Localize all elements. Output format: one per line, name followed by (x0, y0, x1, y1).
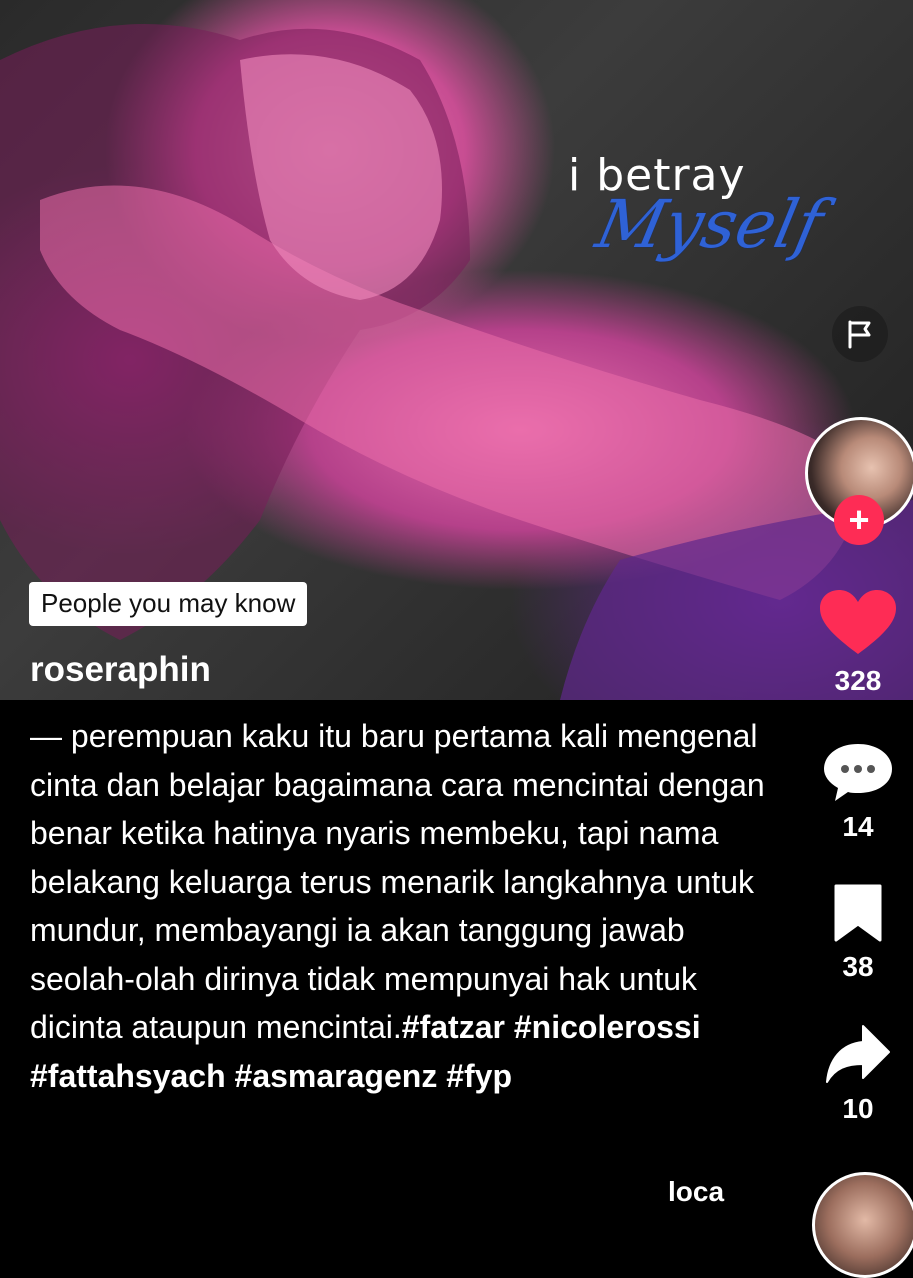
bookmark-count: 38 (842, 951, 874, 982)
overlay-text-script: Myself (589, 186, 830, 263)
music-avatar[interactable] (812, 1172, 913, 1278)
post-caption: — perempuan kaku itu baru pertama kali m… (30, 712, 790, 1100)
comment-count: 14 (842, 811, 874, 842)
report-button[interactable] (832, 306, 888, 362)
author-username[interactable]: roseraphin (30, 650, 211, 690)
flag-icon (848, 320, 871, 349)
partial-label: loca (668, 1176, 725, 1207)
people-you-may-know-badge[interactable]: People you may know (29, 582, 308, 626)
like-button[interactable]: 328 (808, 588, 908, 697)
share-button[interactable]: 10 (808, 1022, 908, 1125)
comment-button[interactable]: 14 (808, 740, 908, 843)
bookmark-icon (834, 884, 882, 942)
share-count: 10 (842, 1093, 874, 1124)
heart-icon (820, 590, 896, 654)
comment-icon (824, 744, 892, 801)
caption-text: — perempuan kaku itu baru pertama kali m… (30, 718, 765, 1045)
follow-button[interactable]: + (834, 495, 884, 545)
bookmark-button[interactable]: 38 (808, 882, 908, 983)
share-icon (826, 1025, 890, 1083)
like-count: 328 (834, 665, 882, 696)
